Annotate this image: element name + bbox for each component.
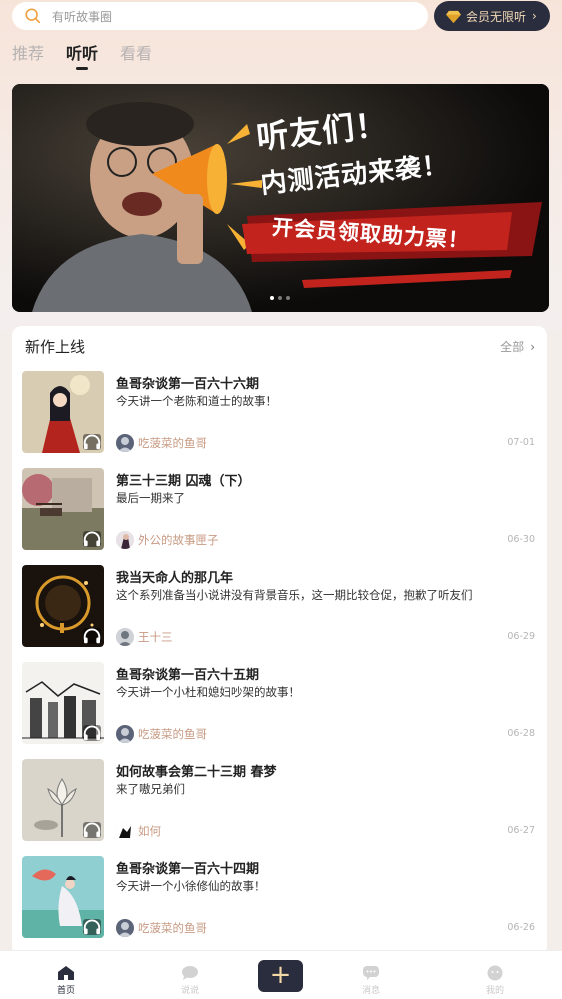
search-bar[interactable]: 有听故事圈 xyxy=(12,2,428,30)
item-title: 我当天命人的那几年 xyxy=(116,571,234,586)
item-title: 鱼哥杂谈第一百六十六期 xyxy=(116,377,260,392)
item-title: 如何故事会第二十三期 春梦 xyxy=(116,765,277,780)
date: 07-01 xyxy=(507,437,535,448)
list-item[interactable]: 第三十三期 囚魂（下） 最后一期来了 外公的故事匣子 06-30 xyxy=(22,468,535,552)
cover-image xyxy=(22,371,104,453)
chat-bubble-icon xyxy=(182,966,198,980)
nav-posts[interactable]: 说说 xyxy=(170,965,210,996)
avatar[interactable] xyxy=(116,434,134,452)
author-name[interactable]: 吃菠菜的鱼哥 xyxy=(138,435,207,451)
list-item[interactable]: 如何故事会第二十三期 春梦 来了嗷兄弟们 如何 06-27 xyxy=(22,759,535,843)
nav-home[interactable]: 首页 xyxy=(46,965,86,996)
cover-image xyxy=(22,662,104,744)
item-title: 鱼哥杂谈第一百六十五期 xyxy=(116,668,260,683)
chevron-right-icon: › xyxy=(530,340,535,354)
top-tabs: 推荐 听听 看看 xyxy=(12,40,152,70)
date: 06-27 xyxy=(507,825,535,836)
vip-label: 会员无限听 xyxy=(466,9,527,24)
avatar[interactable] xyxy=(116,628,134,646)
author-name[interactable]: 如何 xyxy=(138,823,161,839)
nav-me-label: 我的 xyxy=(485,986,504,996)
headphones-icon xyxy=(83,725,101,741)
see-all-label: 全部 xyxy=(500,340,525,354)
headphones-icon xyxy=(83,531,101,547)
headphones-icon xyxy=(83,919,101,935)
item-title: 鱼哥杂谈第一百六十四期 xyxy=(116,862,260,877)
section-title: 新作上线 xyxy=(25,338,86,356)
see-all-link[interactable]: 全部 › xyxy=(500,338,535,355)
chevron-right-icon: › xyxy=(532,9,537,23)
item-desc: 今天讲一个老陈和道士的故事！ xyxy=(116,394,277,408)
profile-icon xyxy=(487,965,503,981)
avatar[interactable] xyxy=(116,822,134,840)
avatar[interactable] xyxy=(116,919,134,937)
nav-messages[interactable]: 消息 xyxy=(351,965,391,996)
new-releases-card: 新作上线 全部 › 鱼哥杂谈第一百六十六期 今天讲一个老陈和道士的故事！ 吃菠菜的… xyxy=(12,326,547,956)
headphones-icon xyxy=(83,822,101,838)
nav-posts-label: 说说 xyxy=(180,986,199,996)
author-name[interactable]: 吃菠菜的鱼哥 xyxy=(138,920,207,936)
date: 06-28 xyxy=(507,728,535,739)
item-desc: 今天讲一个小徐修仙的故事！ xyxy=(116,879,266,893)
home-icon xyxy=(58,966,74,980)
item-desc: 来了嗷兄弟们 xyxy=(116,782,185,796)
tab-watch[interactable]: 看看 xyxy=(120,40,152,64)
diamond-icon xyxy=(446,10,461,23)
cover-image xyxy=(22,856,104,938)
carousel-dot[interactable] xyxy=(270,296,274,300)
cover-image xyxy=(22,468,104,550)
item-desc: 最后一期来了 xyxy=(116,491,185,505)
nav-home-label: 首页 xyxy=(56,986,75,996)
date: 06-29 xyxy=(507,631,535,642)
nav-me[interactable]: 我的 xyxy=(475,965,515,996)
cover-image xyxy=(22,565,104,647)
author-name[interactable]: 王十三 xyxy=(138,629,173,645)
tab-recommend[interactable]: 推荐 xyxy=(12,40,44,64)
carousel-dots[interactable] xyxy=(270,296,290,300)
item-desc: 今天讲一个小杜和媳妇吵架的故事！ xyxy=(116,685,300,699)
headphones-icon xyxy=(83,628,101,644)
list-item[interactable]: 我当天命人的那几年 这个系列准备当小说讲没有背景音乐，这一期比较仓促，抱歉了听友… xyxy=(22,565,535,649)
nav-messages-label: 消息 xyxy=(361,986,380,996)
bottom-nav: 首页 说说 + 消息 我的 xyxy=(0,950,562,999)
search-placeholder: 有听故事圈 xyxy=(52,9,113,24)
list-item[interactable]: 鱼哥杂谈第一百六十六期 今天讲一个老陈和道士的故事！ 吃菠菜的鱼哥 07-01 xyxy=(22,371,535,455)
vip-button[interactable]: 会员无限听 › xyxy=(434,1,550,31)
item-title: 第三十三期 囚魂（下） xyxy=(116,474,251,489)
carousel-dot[interactable] xyxy=(286,296,290,300)
promo-banner[interactable]: 听友们！ 内测活动来袭！ 开会员领取助力票！ xyxy=(12,84,549,312)
avatar[interactable] xyxy=(116,725,134,743)
date: 06-30 xyxy=(507,534,535,545)
cover-image xyxy=(22,759,104,841)
create-button[interactable]: + xyxy=(258,960,303,992)
section-header: 新作上线 全部 › xyxy=(25,336,535,358)
date: 06-26 xyxy=(507,922,535,933)
author-name[interactable]: 外公的故事匣子 xyxy=(138,532,219,548)
tab-listen[interactable]: 听听 xyxy=(66,40,98,70)
list-item[interactable]: 鱼哥杂谈第一百六十五期 今天讲一个小杜和媳妇吵架的故事！ 吃菠菜的鱼哥 06-2… xyxy=(22,662,535,746)
list-item[interactable]: 鱼哥杂谈第一百六十四期 今天讲一个小徐修仙的故事！ 吃菠菜的鱼哥 06-26 xyxy=(22,856,535,940)
avatar[interactable] xyxy=(116,531,134,549)
carousel-dot[interactable] xyxy=(278,296,282,300)
headphones-icon xyxy=(83,434,101,450)
message-icon xyxy=(363,966,379,980)
item-desc: 这个系列准备当小说讲没有背景音乐，这一期比较仓促，抱歉了听友们 xyxy=(116,588,473,602)
author-name[interactable]: 吃菠菜的鱼哥 xyxy=(138,726,207,742)
search-icon xyxy=(25,8,41,24)
